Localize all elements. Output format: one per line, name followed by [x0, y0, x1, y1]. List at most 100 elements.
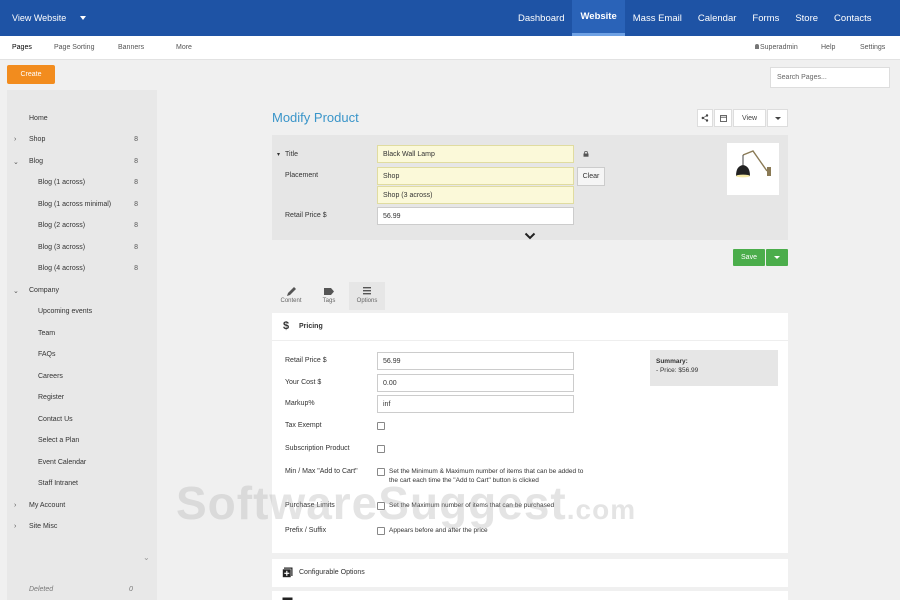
lock-icon[interactable]	[583, 151, 589, 157]
placement-label: Placement	[285, 172, 319, 179]
tree-item-count: 8	[134, 244, 138, 251]
tree-item-label: Upcoming events	[38, 308, 93, 315]
your-cost-input[interactable]: 0.00	[377, 374, 574, 392]
tree-item-company[interactable]: ⌄ Company	[7, 287, 150, 299]
collapse-icon[interactable]: ▾	[277, 151, 280, 158]
tree-item-label: Blog (2 across)	[38, 222, 86, 229]
nav-forms[interactable]: Forms	[744, 0, 787, 36]
tax-exempt-checkbox[interactable]	[377, 422, 385, 430]
tree-item-label: Contact Us	[38, 416, 73, 423]
nav-calendar[interactable]: Calendar	[690, 0, 745, 36]
tree-item-shop[interactable]: › Shop 8	[7, 136, 150, 148]
chevron-right-icon[interactable]: ›	[14, 523, 16, 530]
tree-item-label: Blog (1 across minimal)	[38, 201, 112, 208]
tree-item-upcoming-events[interactable]: Upcoming events	[7, 308, 150, 320]
clear-button[interactable]: Clear	[577, 167, 605, 186]
nav-website[interactable]: Website	[572, 0, 625, 36]
prefix-suffix-checkbox[interactable]	[377, 527, 385, 535]
save-dropdown-toggle[interactable]	[766, 249, 788, 266]
calendar-button[interactable]	[714, 109, 732, 127]
subnav-pages[interactable]: Pages	[12, 44, 32, 51]
tab-tags[interactable]: Tags	[311, 282, 347, 310]
search-pages-input[interactable]	[770, 67, 890, 88]
tree-item-blog-4-across[interactable]: Blog (4 across) 8	[7, 265, 150, 277]
subscription-checkbox[interactable]	[377, 445, 385, 453]
nav-store[interactable]: Store	[787, 0, 826, 36]
tree-item-label: Register	[38, 394, 65, 401]
view-website-dropdown[interactable]: View Website	[0, 13, 510, 23]
placement-sub-input[interactable]: Shop (3 across)	[377, 186, 574, 204]
subnav-page-sorting[interactable]: Page Sorting	[54, 44, 94, 51]
tree-item-count: 0	[129, 586, 133, 593]
summary-title: Summary:	[656, 358, 688, 365]
chevron-down-icon[interactable]: ⌄	[13, 287, 19, 295]
placement-input[interactable]: Shop	[377, 167, 574, 185]
pricing-card-header[interactable]: $ Pricing	[272, 313, 788, 341]
min-max-checkbox[interactable]	[377, 468, 385, 476]
tree-item-label: My Account	[29, 502, 66, 509]
chevron-down-icon[interactable]: ⌄	[143, 553, 150, 562]
next-card	[272, 591, 788, 600]
subnav-user[interactable]: Superadmin	[755, 44, 798, 51]
chevron-down-icon[interactable]: ⌄	[13, 158, 19, 166]
tree-item-event-calendar[interactable]: Event Calendar	[7, 459, 150, 471]
product-image[interactable]	[727, 143, 779, 195]
chevron-right-icon[interactable]: ›	[14, 502, 16, 509]
list-icon	[363, 287, 371, 295]
configurable-options-title: Configurable Options	[299, 569, 365, 576]
tree-item-count: 8	[134, 158, 138, 165]
tree-item-deleted[interactable]: Deleted	[29, 586, 53, 593]
prefix-suffix-description: Appears before and after the price	[389, 527, 488, 534]
min-max-description: Set the Minimum & Maximum number of item…	[389, 468, 584, 484]
tree-item-label: Blog (1 across)	[38, 179, 86, 186]
tab-content[interactable]: Content	[273, 282, 309, 310]
markup-input[interactable]: inf	[377, 395, 574, 413]
tree-item-faqs[interactable]: FAQs	[7, 351, 150, 363]
tree-item-contact-us[interactable]: Contact Us	[7, 416, 150, 428]
subnav-more[interactable]: More	[176, 44, 192, 51]
tree-item-site-misc[interactable]: › Site Misc	[7, 523, 150, 535]
summary-line: - Price: $56.99	[656, 367, 699, 374]
tree-item-careers[interactable]: Careers	[7, 373, 150, 385]
subnav-help[interactable]: Help	[821, 44, 835, 51]
view-button[interactable]: View	[733, 109, 766, 127]
tree-item-label: Team	[38, 330, 56, 337]
nav-contacts[interactable]: Contacts	[826, 0, 880, 36]
nav-dashboard[interactable]: Dashboard	[510, 0, 572, 36]
retail-price-input[interactable]: 56.99	[377, 207, 574, 225]
tree-item-team[interactable]: Team	[7, 330, 150, 342]
pricing-retail-input[interactable]: 56.99	[377, 352, 574, 370]
subnav-banners[interactable]: Banners	[118, 44, 144, 51]
tree-item-blog[interactable]: ⌄ Blog 8	[7, 158, 150, 170]
subnav-settings[interactable]: Settings	[860, 44, 885, 51]
chevron-right-icon[interactable]: ›	[14, 136, 16, 143]
purchase-limits-checkbox[interactable]	[377, 502, 385, 510]
chevron-down-icon[interactable]	[524, 232, 536, 240]
share-icon	[701, 114, 709, 122]
retail-price-label: Retail Price $	[285, 212, 327, 219]
view-dropdown-toggle[interactable]	[767, 109, 788, 127]
tree-item-home[interactable]: Home	[7, 115, 150, 127]
sub-navbar: Pages Page Sorting Banners More Superadm…	[0, 36, 900, 60]
chevron-down-icon	[80, 16, 87, 20]
tree-item-blog-2-across[interactable]: Blog (2 across) 8	[7, 222, 150, 234]
save-button[interactable]: Save	[733, 249, 765, 266]
title-input[interactable]: Black Wall Lamp	[377, 145, 574, 163]
user-icon	[755, 44, 759, 49]
tab-options[interactable]: Options	[349, 282, 385, 310]
tree-item-staff-intranet[interactable]: Staff Intranet	[7, 480, 150, 492]
page-title: Modify Product	[272, 110, 359, 125]
configurable-options-card[interactable]: Configurable Options	[272, 559, 788, 587]
share-button[interactable]	[697, 109, 713, 127]
create-button[interactable]: Create	[7, 65, 55, 84]
tree-item-blog-1-across-minimal[interactable]: Blog (1 across minimal) 8	[7, 201, 150, 213]
tree-item-blog-1-across[interactable]: Blog (1 across) 8	[7, 179, 150, 191]
tree-item-register[interactable]: Register	[7, 394, 150, 406]
tree-item-label: FAQs	[38, 351, 56, 358]
tree-item-my-account[interactable]: › My Account	[7, 502, 150, 514]
tree-item-select-a-plan[interactable]: Select a Plan	[7, 437, 150, 449]
nav-mass-email[interactable]: Mass Email	[625, 0, 690, 36]
tree-item-blog-3-across[interactable]: Blog (3 across) 8	[7, 244, 150, 256]
pricing-card: $ Pricing Summary: - Price: $56.99	[272, 313, 788, 553]
tax-exempt-label: Tax Exempt	[285, 422, 322, 429]
